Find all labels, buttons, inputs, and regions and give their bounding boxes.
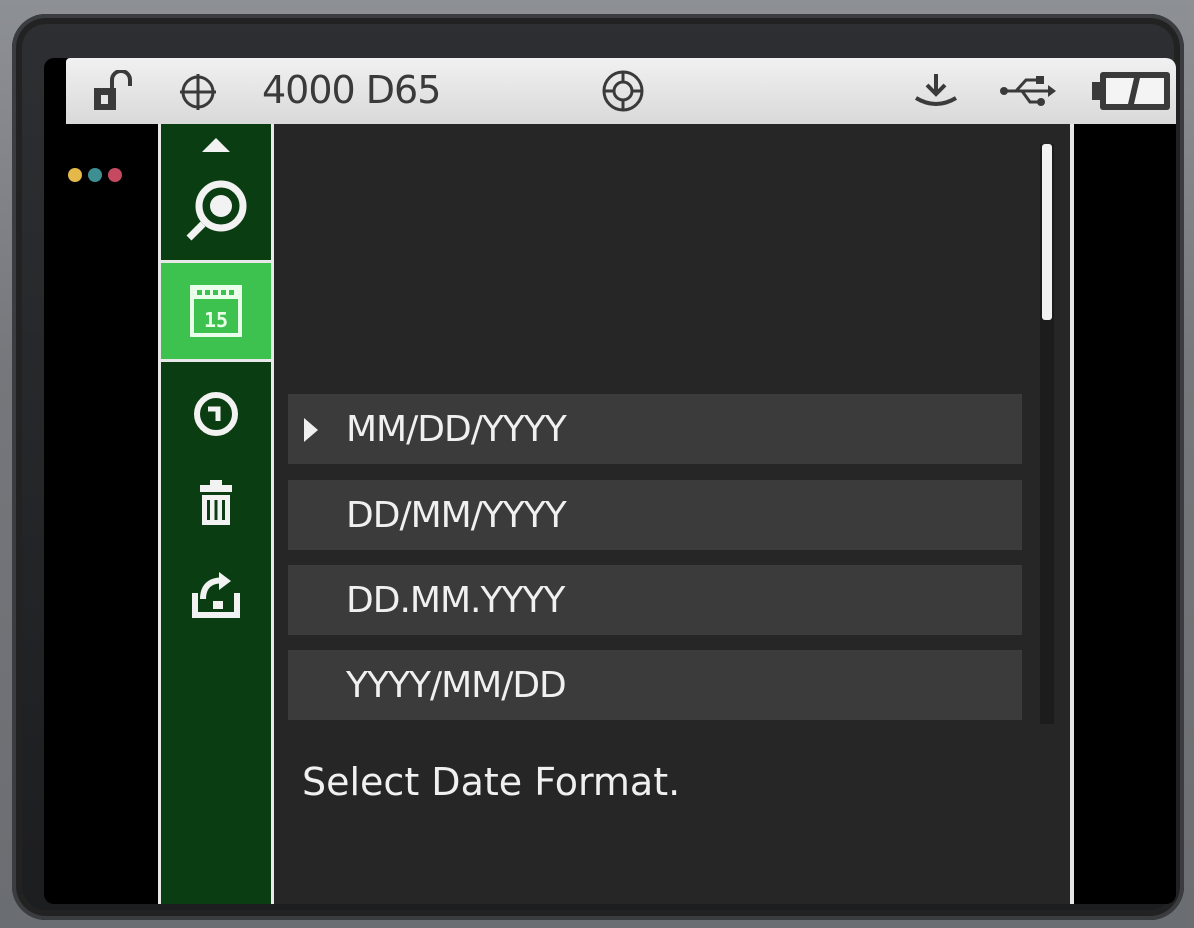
calendar-icon: 15 [190, 285, 242, 337]
indicator-dot [88, 168, 102, 182]
calendar-day-number: 15 [204, 308, 228, 332]
indicator-dots [68, 168, 122, 182]
illuminant-readout: 4000 D65 [262, 68, 441, 112]
sidebar: 15 [158, 124, 274, 904]
indicator-dot [108, 168, 122, 182]
unlock-icon [94, 70, 132, 110]
target-crosshair-icon [180, 74, 216, 110]
selected-marker-icon [304, 418, 318, 442]
help-text: Select Date Format. [302, 760, 681, 804]
battery-icon [1092, 72, 1170, 110]
status-bar: 4000 D65 [66, 58, 1176, 124]
sidebar-item-measure[interactable] [161, 162, 271, 258]
usb-icon [1000, 76, 1056, 106]
clock-icon [194, 392, 238, 436]
sidebar-item-calendar[interactable]: 15 [161, 263, 271, 359]
indicator-dot [68, 168, 82, 182]
date-format-panel: MM/DD/YYYY DD/MM/YYYY DD.MM.YYYY YYYY/MM… [274, 124, 1070, 904]
date-format-option-label: MM/DD/YYYY [346, 408, 567, 450]
scroll-up-arrow-icon[interactable] [198, 134, 234, 154]
scrollbar[interactable] [1040, 144, 1054, 724]
trash-icon [200, 480, 232, 525]
scrollbar-thumb[interactable] [1042, 144, 1052, 320]
date-format-option[interactable]: MM/DD/YYYY [288, 394, 1022, 464]
date-format-option[interactable]: YYYY/MM/DD [288, 650, 1022, 720]
sidebar-item-clock[interactable] [161, 374, 271, 454]
display-screen: 4000 D65 15 MM/DD/YYYY DD/MM/YYYY DD.MM.… [44, 58, 1176, 904]
sidebar-divider [161, 359, 271, 362]
sidebar-item-delete[interactable] [161, 464, 271, 544]
date-format-option[interactable]: DD/MM/YYYY [288, 480, 1022, 550]
export-icon [192, 572, 240, 618]
screen-bezel: 4000 D65 15 MM/DD/YYYY DD/MM/YYYY DD.MM.… [12, 14, 1184, 920]
sidebar-item-export[interactable] [161, 554, 271, 638]
date-format-option-label: DD/MM/YYYY [346, 494, 567, 536]
date-format-option-label: DD.MM.YYYY [346, 579, 565, 621]
panel-border [1070, 124, 1074, 904]
date-format-option[interactable]: DD.MM.YYYY [288, 565, 1022, 635]
date-format-option-label: YYYY/MM/DD [346, 664, 567, 706]
magnifier-icon [186, 180, 247, 241]
aperture-icon [602, 70, 644, 112]
device-body: 4000 D65 15 MM/DD/YYYY DD/MM/YYYY DD.MM.… [0, 0, 1194, 928]
tray-download-icon [914, 74, 958, 106]
